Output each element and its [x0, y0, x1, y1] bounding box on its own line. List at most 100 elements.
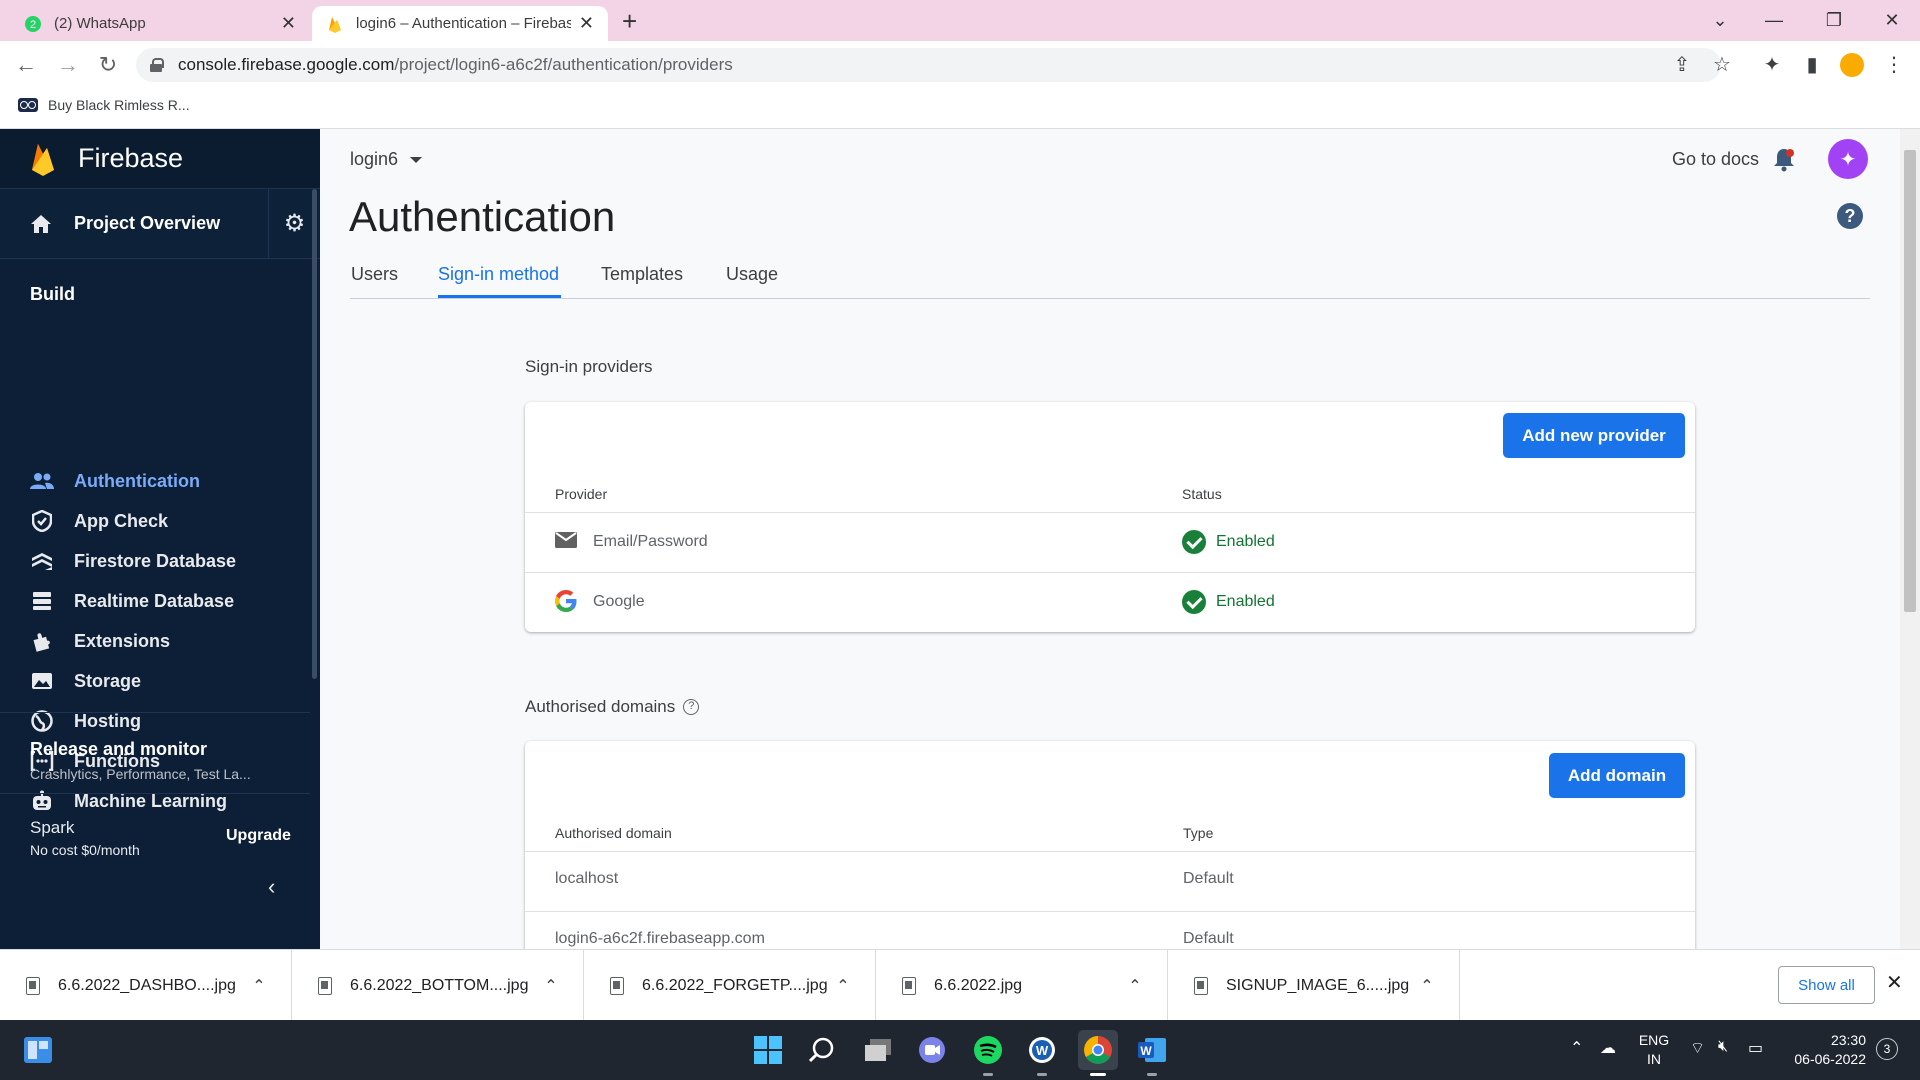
battery-icon[interactable]: ▭ [1748, 1038, 1763, 1058]
language-indicator[interactable]: ENG IN [1636, 1031, 1672, 1069]
spotify-icon[interactable] [968, 1030, 1008, 1076]
tab-users[interactable]: Users [351, 264, 398, 285]
back-button[interactable]: ← [10, 49, 42, 81]
profile-icon[interactable] [1840, 53, 1864, 77]
mail-icon [555, 532, 577, 548]
table-row[interactable]: login6-a6c2f.firebaseapp.com Default [525, 912, 1695, 949]
download-item[interactable]: 6.6.2022_FORGETP....jpg ⌃ [584, 950, 876, 1021]
chevron-up-icon[interactable]: ⌃ [829, 976, 857, 996]
table-row[interactable]: localhost Default [525, 852, 1695, 911]
shield-icon [30, 509, 54, 533]
table-row[interactable]: Google Enabled [525, 573, 1695, 632]
download-filename: 6.6.2022_FORGETP....jpg [642, 976, 828, 994]
sidebar-item-realtime-database[interactable]: Realtime Database [0, 581, 315, 621]
release-section-title[interactable]: Release and monitor [30, 739, 207, 760]
divider [0, 793, 310, 794]
sidebar-scrollbar[interactable] [312, 189, 317, 679]
task-view-icon[interactable] [858, 1030, 898, 1070]
firestore-icon [30, 549, 54, 573]
onedrive-icon[interactable]: ☁ [1600, 1038, 1616, 1058]
tab-search-icon[interactable]: ⌄ [1700, 6, 1740, 34]
wifi-icon[interactable]: ⌔ [1690, 1038, 1705, 1058]
close-tab-icon[interactable]: ✕ [281, 13, 296, 34]
show-hidden-icons-chevron-icon[interactable]: ⌃ [1570, 1038, 1583, 1058]
sign-in-providers-title: Sign-in providers [525, 357, 653, 376]
collapse-sidebar-icon[interactable]: ‹ [268, 874, 275, 900]
sidebar-item-firestore[interactable]: Firestore Database [0, 541, 315, 581]
firebase-brand[interactable]: Firebase [0, 129, 320, 189]
clock[interactable]: 23:30 06-06-2022 [1786, 1031, 1866, 1069]
speaker-muted-icon[interactable]: 🔇︎ [1718, 1038, 1728, 1056]
menu-icon[interactable]: ⋮ [1882, 53, 1906, 77]
sidebar-item-label: Storage [74, 670, 142, 691]
browser-tab-strip: 2 (2) WhatsApp ✕ login6 – Authentication… [0, 0, 1920, 41]
download-item[interactable]: 6.6.2022.jpg ⌃ [876, 950, 1168, 1021]
widgets-icon[interactable] [18, 1030, 58, 1070]
image-file-icon [1194, 976, 1208, 995]
chrome-icon[interactable] [1078, 1030, 1118, 1076]
tab-sign-in-method[interactable]: Sign-in method [438, 264, 559, 285]
share-icon[interactable]: ⇪ [1670, 53, 1694, 77]
chevron-up-icon[interactable]: ⌃ [1413, 976, 1441, 996]
sidebar-item-app-check[interactable]: App Check [0, 501, 315, 541]
sidebar-item-authentication[interactable]: Authentication [0, 461, 315, 501]
plan-name: Spark [30, 818, 75, 837]
download-item[interactable]: 6.6.2022_DASHBO....jpg ⌃ [0, 950, 292, 1021]
chevron-up-icon[interactable]: ⌃ [1121, 976, 1149, 996]
show-all-button[interactable]: Show all [1778, 966, 1875, 1004]
chevron-up-icon[interactable]: ⌃ [245, 976, 273, 996]
browser-tab-firebase[interactable]: login6 – Authentication – Firebase conso… [312, 6, 608, 41]
bookmark-star-icon[interactable]: ☆ [1710, 53, 1734, 77]
close-window-button[interactable]: ✕ [1872, 6, 1912, 34]
restore-button[interactable]: ❐ [1814, 6, 1854, 34]
minimize-button[interactable]: — [1754, 6, 1794, 34]
reload-button[interactable]: ↻ [92, 49, 124, 81]
upgrade-button[interactable]: Upgrade [226, 827, 291, 845]
help-icon[interactable]: ? [1837, 203, 1863, 229]
chevron-up-icon[interactable]: ⌃ [537, 976, 565, 996]
extensions-icon[interactable]: ✦ [1760, 53, 1784, 77]
sidebar-item-label: Authentication [74, 470, 200, 491]
bell-icon[interactable] [1772, 147, 1796, 173]
add-new-provider-button[interactable]: Add new provider [1503, 413, 1685, 458]
sidebar-item-storage[interactable]: Storage [0, 661, 315, 701]
download-item[interactable]: SIGNUP_IMAGE_6.....jpg ⌃ [1168, 950, 1460, 1021]
sidebar-item-extensions[interactable]: Extensions [0, 621, 315, 661]
word-icon[interactable]: W [1132, 1030, 1172, 1076]
close-tab-icon[interactable]: ✕ [579, 13, 594, 34]
tab-usage[interactable]: Usage [726, 264, 778, 285]
build-section-title: Build [30, 284, 75, 304]
tab-templates[interactable]: Templates [601, 264, 683, 285]
address-bar[interactable]: console.firebase.google.com/project/logi… [136, 48, 1721, 82]
bookmark-item[interactable]: Buy Black Rimless R... [18, 97, 190, 113]
wps-writer-icon[interactable]: W [1022, 1030, 1062, 1076]
authorised-domains-title: Authorised domains ? [525, 697, 700, 717]
page-scrollbar[interactable] [1904, 150, 1916, 612]
svg-text:W: W [1140, 1044, 1152, 1058]
add-domain-button[interactable]: Add domain [1549, 753, 1685, 798]
image-file-icon [318, 976, 332, 995]
project-overview[interactable]: Project Overview ⚙ [0, 188, 320, 259]
table-row[interactable]: Email/Password Enabled [525, 513, 1695, 572]
go-to-docs-link[interactable]: Go to docs [1672, 149, 1759, 170]
start-icon[interactable] [748, 1030, 788, 1070]
side-panel-icon[interactable]: ▮ [1800, 53, 1824, 77]
sidebar-item-machine-learning[interactable]: Machine Learning [0, 781, 315, 821]
running-indicator [1147, 1073, 1157, 1076]
teams-chat-icon[interactable] [912, 1030, 952, 1070]
sidebar-item-hosting[interactable]: Hosting [0, 701, 315, 741]
project-selector[interactable]: login6 [350, 149, 423, 170]
notification-count-badge[interactable]: 3 [1876, 1038, 1898, 1060]
help-circle-icon[interactable]: ? [683, 699, 700, 715]
download-item[interactable]: 6.6.2022_BOTTOM....jpg ⌃ [292, 950, 584, 1021]
browser-tab-whatsapp[interactable]: 2 (2) WhatsApp ✕ [10, 6, 310, 41]
region-code: IN [1647, 1051, 1661, 1067]
sidebar-item-label: Extensions [74, 630, 171, 651]
new-tab-button[interactable]: + [622, 6, 637, 36]
forward-button[interactable]: → [52, 49, 84, 81]
download-filename: 6.6.2022.jpg [934, 976, 1023, 994]
avatar[interactable]: ✦ [1828, 139, 1868, 179]
download-filename: 6.6.2022_BOTTOM....jpg [350, 976, 529, 994]
close-icon[interactable]: ✕ [1886, 970, 1903, 995]
search-icon[interactable] [802, 1030, 842, 1070]
